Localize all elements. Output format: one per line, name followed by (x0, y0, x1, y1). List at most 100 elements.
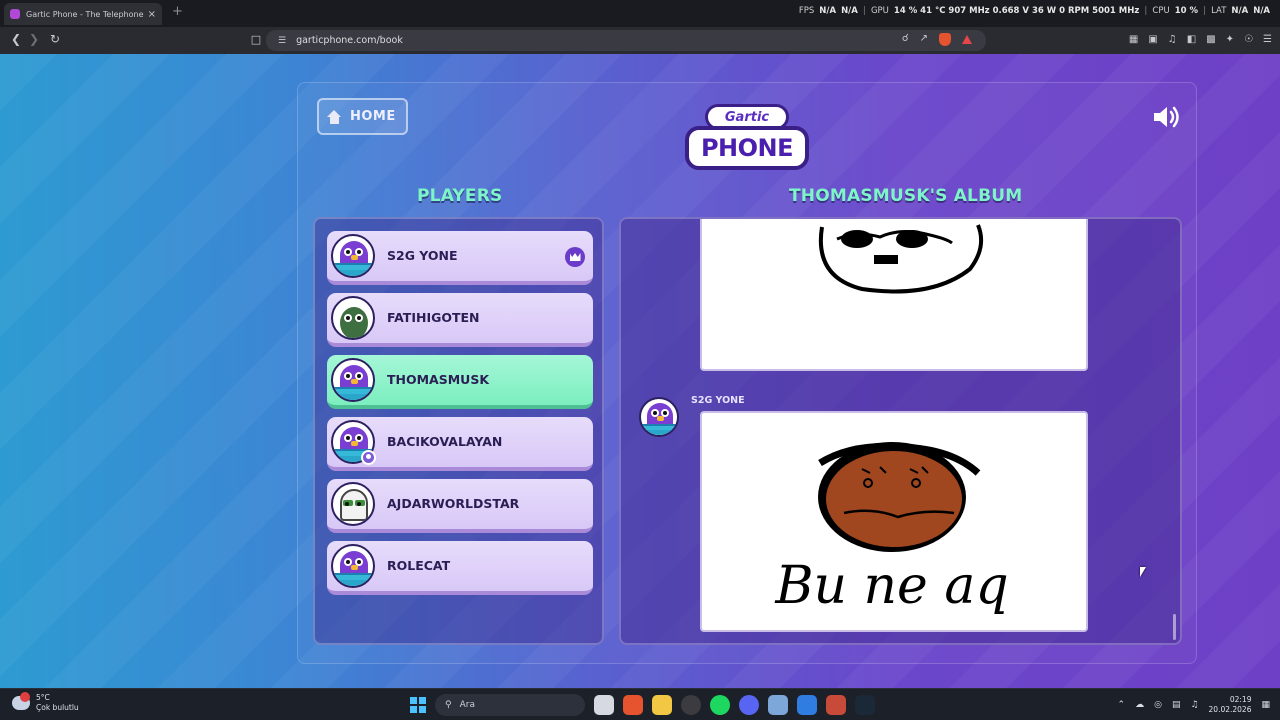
volume-icon[interactable]: ♫ (1190, 700, 1198, 710)
share-icon[interactable]: ↗ (920, 33, 928, 46)
player-avatar (331, 296, 375, 340)
leo-icon[interactable]: ✦ (1226, 34, 1234, 45)
home-button[interactable]: HOME (317, 98, 408, 135)
lat-value-2: N/A (1253, 6, 1270, 16)
drawing-canvas: Bu ne aq (774, 442, 1009, 616)
cloud-icon (12, 692, 30, 710)
player-avatar (331, 544, 375, 588)
album-scrollbar[interactable] (1173, 614, 1176, 640)
brave-rewards-icon[interactable] (962, 35, 972, 44)
address-bar[interactable]: ☰ garticphone.com/book ☌ ↗ (266, 30, 986, 51)
app-icon-2[interactable] (826, 695, 846, 715)
menu-icon[interactable]: ☰ (1263, 34, 1272, 45)
site-settings-icon[interactable]: ☰ (278, 36, 286, 46)
system-tray: ⌃ ☁ ◎ ▤ ♫ 02:19 20.02.2026 ▦ (1118, 695, 1270, 715)
clock[interactable]: 02:19 20.02.2026 (1209, 695, 1252, 715)
lat-label: LAT (1211, 6, 1227, 16)
mouse-cursor-icon (1140, 567, 1146, 577)
home-icon (327, 109, 342, 124)
network-icon[interactable]: ▤ (1172, 700, 1181, 710)
player-card-active[interactable]: THOMASMUSK (327, 355, 593, 409)
message-author: S2G YONE (691, 395, 745, 406)
brave-shield-icon[interactable] (939, 33, 951, 46)
vpn-icon[interactable]: ☉ (1244, 34, 1253, 45)
file-manager-icon[interactable] (594, 695, 614, 715)
overlay-divider: | (862, 6, 866, 16)
url-text: garticphone.com/book (296, 35, 403, 46)
home-label: HOME (350, 109, 396, 124)
players-title: PLAYERS (417, 186, 503, 206)
microphone-icon[interactable]: ◎ (1154, 700, 1162, 710)
player-card[interactable]: S2G YONE (327, 231, 593, 285)
player-avatar (331, 358, 375, 402)
app-icon[interactable] (681, 695, 701, 715)
gpu-label: GPU (870, 6, 889, 16)
discord-icon[interactable] (739, 695, 759, 715)
browser-tab-strip: Gartic Phone - The Telephone Ga × + FPS … (0, 0, 1280, 27)
screenshot-icon[interactable]: ▣ (1148, 34, 1157, 45)
notification-icon[interactable]: ▦ (1261, 700, 1270, 710)
search-icon: ⚲ (445, 700, 452, 710)
player-avatar (331, 482, 375, 526)
tab-title: Gartic Phone - The Telephone Ga (26, 9, 144, 19)
player-card[interactable]: BACIKOVALAYAN (327, 417, 593, 471)
music-icon[interactable]: ♫ (1168, 34, 1177, 45)
folder-icon[interactable] (652, 695, 672, 715)
overlay-divider: | (1144, 6, 1148, 16)
wallet-icon[interactable]: ▩ (1206, 34, 1215, 45)
new-tab-button[interactable]: + (172, 4, 183, 19)
overlay-divider: | (1203, 6, 1207, 16)
steam-icon[interactable] (855, 695, 875, 715)
drawing-card: Bu ne aq (700, 411, 1088, 632)
start-menu-icon[interactable] (410, 697, 426, 713)
fps-label: FPS (798, 6, 815, 16)
player-name: AJDARWORLDSTAR (387, 496, 520, 511)
player-card[interactable]: ROLECAT (327, 541, 593, 595)
extension-toolbar: ▦ ▣ ♫ ◧ ▩ ✦ ☉ ☰ (1129, 34, 1272, 45)
drawing-canvas (818, 224, 984, 294)
album-panel[interactable]: S2G YONE Bu ne aq (619, 217, 1182, 645)
defender-icon[interactable] (797, 695, 817, 715)
weather-widget[interactable]: 5°C Çok bulutlu (12, 692, 79, 713)
player-name: THOMASMUSK (387, 372, 490, 387)
onedrive-icon[interactable]: ☁ (1135, 700, 1144, 710)
player-card[interactable]: FATIHIGOTEN (327, 293, 593, 347)
svg-text:Bu ne aq: Bu ne aq (774, 556, 1008, 616)
players-panel: S2G YONE FATIHIGOTEN THOMASMUSK BACIKOVA… (313, 217, 604, 645)
logo-top-text: Gartic (724, 109, 770, 125)
sidebar-icon[interactable]: ◧ (1187, 34, 1196, 45)
spotify-icon[interactable] (710, 695, 730, 715)
taskbar-search[interactable]: ⚲ Ara (435, 694, 585, 716)
clock-time: 02:19 (1229, 695, 1252, 704)
game-page: HOME Gartic PHONE PLAYERS THOMASMUSK'S A… (0, 54, 1280, 688)
gpu-stats: 14 % 41 °C 907 MHz 0.668 V 36 W 0 RPM 50… (893, 6, 1140, 16)
forward-arrow-icon[interactable]: ❯ (24, 32, 44, 46)
clock-date: 20.02.2026 (1208, 705, 1252, 714)
drawing-card (700, 219, 1088, 371)
close-tab-icon[interactable]: × (148, 9, 156, 20)
logo-bottom: PHONE (685, 126, 809, 170)
cpu-value: 10 % (1174, 6, 1199, 16)
tray-chevron-icon[interactable]: ⌃ (1118, 700, 1126, 710)
player-card[interactable]: AJDARWORLDSTAR (327, 479, 593, 533)
back-arrow-icon[interactable]: ❮ (6, 32, 26, 46)
taskbar-center: ⚲ Ara (410, 694, 875, 716)
lat-value: N/A (1231, 6, 1249, 16)
player-name: FATIHIGOTEN (387, 310, 480, 325)
album-title: THOMASMUSK'S ALBUM (789, 186, 1023, 206)
speaker-icon[interactable] (1152, 104, 1182, 130)
extensions-icon[interactable]: ▦ (1129, 34, 1138, 45)
browser-tab[interactable]: Gartic Phone - The Telephone Ga × (4, 3, 162, 25)
fps-value: N/A (819, 6, 837, 16)
search-placeholder: Ara (459, 700, 475, 710)
player-name: S2G YONE (387, 248, 458, 263)
reload-icon[interactable]: ↻ (45, 32, 65, 46)
brave-browser-icon[interactable] (623, 695, 643, 715)
performance-overlay: FPS N/A N/A | GPU 14 % 41 °C 907 MHz 0.6… (799, 6, 1270, 16)
settings-icon[interactable] (768, 695, 788, 715)
cpu-label: CPU (1152, 6, 1170, 16)
translate-icon[interactable]: ☌ (902, 33, 909, 46)
browser-toolbar: ❮ ❯ ↻ □ ☰ garticphone.com/book ☌ ↗ ▦ ▣ ♫… (0, 27, 1280, 54)
bookmark-icon[interactable]: □ (246, 33, 266, 46)
weather-temp: 5°C (36, 693, 50, 702)
